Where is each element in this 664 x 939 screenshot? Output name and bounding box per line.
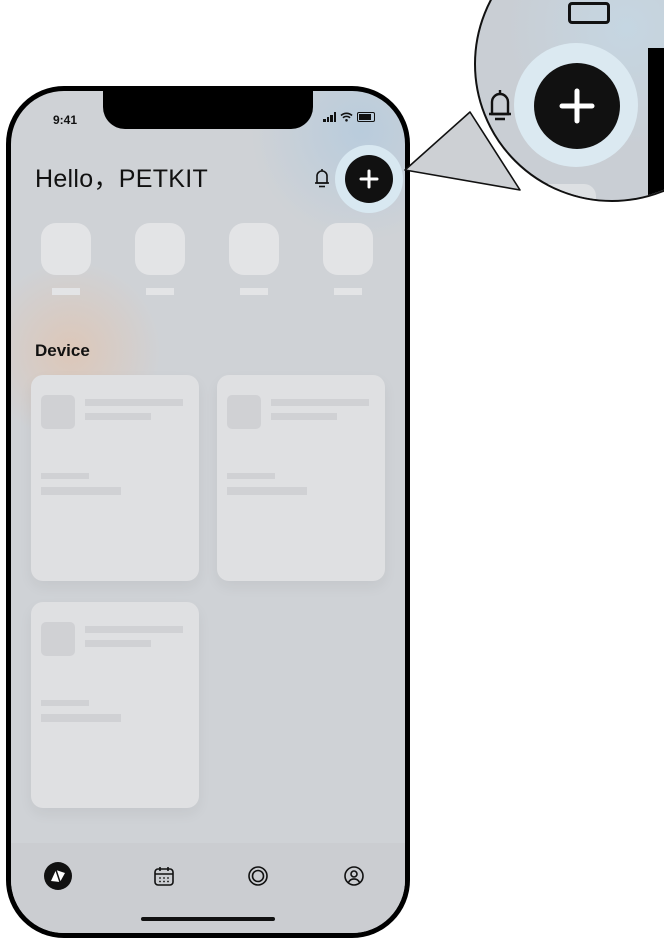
phone-frame: 9:41 Hello，PETKIT Device xyxy=(6,86,410,938)
tab-discover[interactable] xyxy=(243,861,273,891)
quick-item-label-placeholder xyxy=(146,288,174,295)
magnifier-callout xyxy=(474,0,664,204)
text-line-placeholder xyxy=(41,700,89,706)
magnified-view xyxy=(474,0,664,202)
text-line-placeholder xyxy=(85,640,151,647)
bell-icon xyxy=(489,90,511,121)
page-title: Hello，PETKIT xyxy=(35,165,209,193)
device-thumbnail-placeholder xyxy=(227,395,261,429)
notch xyxy=(103,91,313,129)
quick-item-label-placeholder xyxy=(334,288,362,295)
quick-item-placeholder[interactable] xyxy=(135,223,185,295)
plus-icon xyxy=(559,88,595,124)
quick-item-placeholder[interactable] xyxy=(41,223,91,295)
quick-item-label-placeholder xyxy=(52,288,80,295)
quick-item-tile xyxy=(41,223,91,275)
home-indicator xyxy=(141,917,275,921)
signal-icon xyxy=(323,112,336,122)
wifi-icon xyxy=(340,112,353,122)
section-title-device: Device xyxy=(35,341,90,360)
phone-edge xyxy=(648,48,664,200)
device-thumbnail-placeholder xyxy=(41,622,75,656)
text-line-placeholder xyxy=(271,399,369,406)
text-line-placeholder xyxy=(271,413,337,420)
quick-item-tile xyxy=(536,184,596,200)
battery-icon xyxy=(357,112,375,122)
quick-item-placeholder[interactable] xyxy=(229,223,279,295)
battery-icon xyxy=(568,2,610,24)
circle-ring-icon xyxy=(248,866,268,886)
text-line-placeholder xyxy=(227,487,307,495)
device-card-placeholder[interactable] xyxy=(31,602,199,808)
bell-icon[interactable] xyxy=(314,167,330,189)
tab-calendar[interactable] xyxy=(149,861,179,891)
tab-bar xyxy=(11,843,405,933)
app-screen: 9:41 Hello，PETKIT Device xyxy=(11,91,405,933)
device-card-placeholder[interactable] xyxy=(217,375,385,581)
user-profile-icon xyxy=(344,866,364,886)
calendar-icon xyxy=(154,867,174,886)
petkit-logo-icon xyxy=(44,862,72,890)
tab-home[interactable] xyxy=(43,861,73,891)
quick-item-tile xyxy=(323,223,373,275)
text-line-placeholder xyxy=(41,714,121,722)
text-line-placeholder xyxy=(41,487,121,495)
device-thumbnail-placeholder xyxy=(41,395,75,429)
tab-profile[interactable] xyxy=(339,861,369,891)
quick-item-placeholder[interactable] xyxy=(323,223,373,295)
device-card-placeholder[interactable] xyxy=(31,375,199,581)
text-line-placeholder xyxy=(85,399,183,406)
text-line-placeholder xyxy=(85,626,183,633)
status-icons xyxy=(323,112,375,122)
text-line-placeholder xyxy=(41,473,89,479)
text-line-placeholder xyxy=(227,473,275,479)
quick-item-tile xyxy=(229,223,279,275)
quick-item-label-placeholder xyxy=(240,288,268,295)
text-line-placeholder xyxy=(85,413,151,420)
status-time: 9:41 xyxy=(53,113,78,127)
add-button-magnified xyxy=(534,63,620,149)
add-button[interactable] xyxy=(345,155,393,203)
quick-item-tile xyxy=(135,223,185,275)
plus-icon xyxy=(359,169,379,189)
